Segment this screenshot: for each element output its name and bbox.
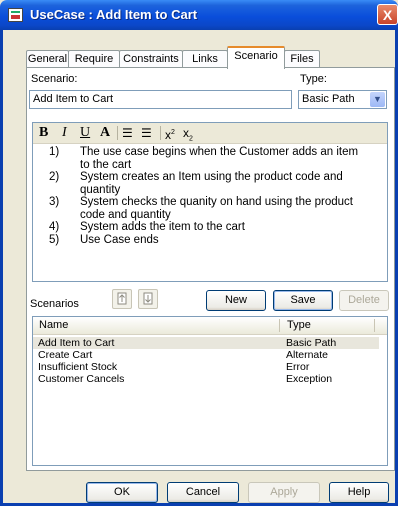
tab-files[interactable]: Files — [284, 50, 320, 68]
doc-down-icon — [143, 292, 153, 305]
chevron-down-icon[interactable]: ▼ — [370, 92, 385, 107]
help-button[interactable]: Help — [329, 482, 389, 503]
font-color-button[interactable]: A — [100, 125, 110, 141]
tab-constraints[interactable]: Constraints — [119, 50, 183, 68]
numbered-list-icon[interactable]: ☰ — [141, 125, 152, 141]
title-bar[interactable]: UseCase : Add Item to Cart X — [0, 0, 398, 30]
table-row[interactable]: Insufficient Stock Error — [33, 361, 379, 373]
window-title: UseCase : Add Item to Cart — [30, 7, 198, 22]
superscript-button[interactable]: x2 — [165, 125, 175, 142]
tab-require[interactable]: Require — [68, 50, 120, 68]
column-divider[interactable] — [279, 319, 280, 332]
bold-button[interactable]: B — [39, 125, 48, 141]
save-button[interactable]: Save — [273, 290, 333, 311]
table-row[interactable]: Customer Cancels Exception — [33, 373, 379, 385]
table-row[interactable]: Add Item to Cart Basic Path — [33, 337, 379, 349]
scenario-name-field[interactable]: Add Item to Cart — [29, 90, 292, 109]
list-header: Name Type — [33, 317, 387, 335]
new-button[interactable]: New — [206, 290, 266, 311]
column-header-type[interactable]: Type — [287, 319, 311, 331]
tab-general[interactable]: General — [26, 50, 69, 68]
type-select-value: Basic Path — [302, 93, 355, 105]
column-divider[interactable] — [374, 319, 375, 332]
toolbar-separator — [160, 126, 161, 140]
scenario-label: Scenario: — [31, 73, 78, 85]
list-item: 1) The use case begins when the Customer … — [49, 146, 359, 171]
subscript-button[interactable]: x2 — [183, 125, 193, 142]
scenario-steps: 1) The use case begins when the Customer … — [33, 146, 383, 246]
column-header-name[interactable]: Name — [39, 319, 68, 331]
list-item: 3) System checks the quanity on hand usin… — [49, 196, 353, 221]
format-toolbar: B I U A ☰ ☰ x2 x2 — [33, 123, 387, 144]
font-color-icon: A — [100, 125, 111, 140]
cancel-button[interactable]: Cancel — [167, 482, 239, 503]
underline-button[interactable]: U — [80, 125, 90, 141]
usecase-icon — [8, 8, 23, 22]
type-select[interactable]: Basic Path ▼ — [298, 90, 387, 109]
delete-button: Delete — [339, 290, 389, 311]
toolbar-separator — [117, 126, 118, 140]
list-item: 4) System adds the item to the cart — [49, 221, 245, 233]
list-item: 5) Use Case ends — [49, 233, 159, 246]
move-down-button[interactable] — [138, 289, 158, 309]
move-up-button[interactable] — [112, 289, 132, 309]
table-row[interactable]: Create Cart Alternate — [33, 349, 379, 361]
scenarios-label: Scenarios — [30, 298, 79, 310]
tab-links[interactable]: Links — [182, 50, 228, 68]
doc-up-icon — [117, 292, 127, 305]
bullet-list-icon[interactable]: ☰ — [122, 125, 133, 141]
tab-scenario[interactable]: Scenario — [227, 46, 285, 69]
ok-button[interactable]: OK — [86, 482, 158, 503]
type-label: Type: — [300, 73, 327, 85]
scenario-editor[interactable]: B I U A ☰ ☰ x2 x2 1) The use case begins … — [32, 122, 388, 282]
italic-button[interactable]: I — [62, 125, 67, 141]
close-button[interactable]: X — [377, 4, 398, 25]
apply-button: Apply — [248, 482, 320, 503]
scenarios-list[interactable]: Name Type Add Item to Cart Basic Path Cr… — [32, 316, 388, 466]
list-item: 2) System creates an Item using the produ… — [49, 171, 343, 196]
